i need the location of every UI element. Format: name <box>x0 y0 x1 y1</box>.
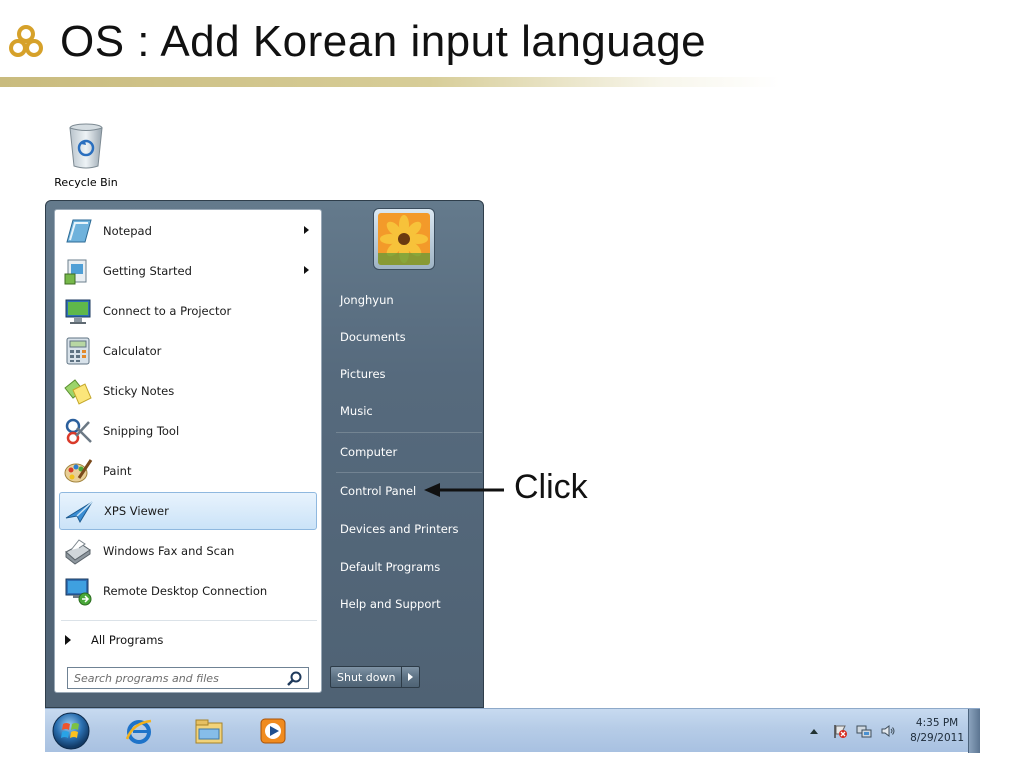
start-item-label: Pictures <box>340 367 386 381</box>
program-snipping-tool[interactable]: Snipping Tool <box>59 412 317 450</box>
fax-scan-icon <box>65 539 91 565</box>
program-paint[interactable]: Paint <box>59 452 317 490</box>
start-orb-icon[interactable] <box>51 711 91 751</box>
snipping-tool-icon <box>65 418 92 445</box>
program-label: Snipping Tool <box>103 424 180 438</box>
program-fax-scan[interactable]: Windows Fax and Scan <box>59 532 317 570</box>
program-label: Getting Started <box>103 264 192 278</box>
paint-icon <box>64 459 93 483</box>
action-center-flag-icon[interactable] <box>832 723 848 739</box>
start-item-label: Documents <box>340 330 406 344</box>
show-desktop-button[interactable] <box>968 709 980 753</box>
program-xps-viewer[interactable]: XPS Viewer <box>59 492 317 530</box>
slide-title: OS : Add Korean input language <box>60 17 707 66</box>
network-icon[interactable] <box>856 723 872 739</box>
start-item-help-support[interactable]: Help and Support <box>336 589 482 619</box>
slide-title-row: OS : Add Korean input language <box>6 14 706 70</box>
start-right-separator <box>336 432 482 433</box>
trefoil-bullet-icon <box>9 25 43 57</box>
program-label: Connect to a Projector <box>103 304 232 318</box>
program-getting-started[interactable]: Getting Started <box>59 252 317 290</box>
program-label: Calculator <box>103 344 162 358</box>
programs-separator <box>61 620 317 621</box>
shutdown-button[interactable]: Shut down <box>330 666 403 688</box>
start-item-music[interactable]: Music <box>336 396 482 426</box>
getting-started-icon <box>64 259 87 285</box>
program-label: Paint <box>103 464 132 478</box>
start-item-computer[interactable]: Computer <box>336 437 482 467</box>
program-calculator[interactable]: Calculator <box>59 332 317 370</box>
notepad-icon <box>66 219 92 243</box>
start-item-label: Computer <box>340 445 398 459</box>
recycle-bin-label: Recycle Bin <box>54 176 118 189</box>
clock-date: 8/29/2011 <box>910 732 964 744</box>
start-menu-programs-pane: Notepad Getting Started Connect to a Pro… <box>54 209 322 693</box>
projector-icon <box>65 299 91 324</box>
remote-desktop-icon <box>65 578 92 606</box>
annotation-arrow-icon <box>424 483 504 497</box>
slide: OS : Add Korean input language Recycle B… <box>0 0 1024 768</box>
start-item-label: Help and Support <box>340 597 441 611</box>
program-label: Windows Fax and Scan <box>103 544 235 558</box>
start-right-separator <box>336 472 482 473</box>
start-item-label: Control Panel <box>340 484 417 498</box>
calculator-icon <box>66 337 90 365</box>
start-item-default-programs[interactable]: Default Programs <box>336 552 482 582</box>
start-item-pictures[interactable]: Pictures <box>336 359 482 389</box>
show-hidden-icons-icon[interactable] <box>810 728 819 734</box>
user-picture[interactable] <box>373 208 435 270</box>
shutdown-options-button[interactable] <box>402 666 421 688</box>
program-notepad[interactable]: Notepad <box>59 212 317 250</box>
all-programs-button[interactable]: All Programs <box>65 630 163 650</box>
search-input[interactable] <box>68 669 278 687</box>
start-item-devices-printers[interactable]: Devices and Printers <box>336 514 482 544</box>
start-item-label: Music <box>340 404 373 418</box>
title-divider <box>0 77 780 87</box>
shutdown-group: Shut down <box>330 666 421 688</box>
start-search-box[interactable] <box>67 667 309 689</box>
all-programs-arrow-icon <box>65 635 71 645</box>
start-item-documents[interactable]: Documents <box>336 322 482 352</box>
xps-viewer-icon <box>65 501 93 524</box>
volume-icon[interactable] <box>880 723 896 739</box>
program-label: Notepad <box>103 224 152 238</box>
program-label: XPS Viewer <box>104 504 169 518</box>
chevron-right-icon <box>408 673 414 681</box>
windows-explorer-icon[interactable] <box>193 715 225 747</box>
submenu-arrow-icon <box>304 266 309 274</box>
user-avatar <box>378 213 430 265</box>
start-item-user[interactable]: Jonghyun <box>336 285 482 315</box>
clock-time: 4:35 PM <box>915 717 959 729</box>
program-sticky-notes[interactable]: Sticky Notes <box>59 372 317 410</box>
program-remote-desktop[interactable]: Remote Desktop Connection <box>59 572 317 610</box>
internet-explorer-icon[interactable] <box>123 715 155 747</box>
start-menu: Notepad Getting Started Connect to a Pro… <box>45 200 484 708</box>
recycle-bin-icon <box>69 123 103 169</box>
start-item-label: Devices and Printers <box>340 522 459 536</box>
recycle-bin[interactable]: Recycle Bin <box>52 120 120 189</box>
submenu-arrow-icon <box>304 226 309 234</box>
flower-avatar-icon <box>378 213 430 265</box>
program-connect-projector[interactable]: Connect to a Projector <box>59 292 317 330</box>
search-icon[interactable] <box>286 670 304 688</box>
taskbar-clock[interactable]: 4:35 PM 8/29/2011 <box>910 716 964 746</box>
program-label: Sticky Notes <box>103 384 175 398</box>
media-player-icon[interactable] <box>257 715 289 747</box>
sticky-notes-icon <box>64 379 92 405</box>
taskbar: 4:35 PM 8/29/2011 <box>45 708 980 753</box>
annotation-click-label: Click <box>514 468 588 506</box>
start-item-label: Jonghyun <box>340 293 394 307</box>
all-programs-label: All Programs <box>91 633 164 647</box>
start-item-label: Default Programs <box>340 560 441 574</box>
system-tray: 4:35 PM 8/29/2011 <box>810 709 964 753</box>
program-label: Remote Desktop Connection <box>103 584 268 598</box>
